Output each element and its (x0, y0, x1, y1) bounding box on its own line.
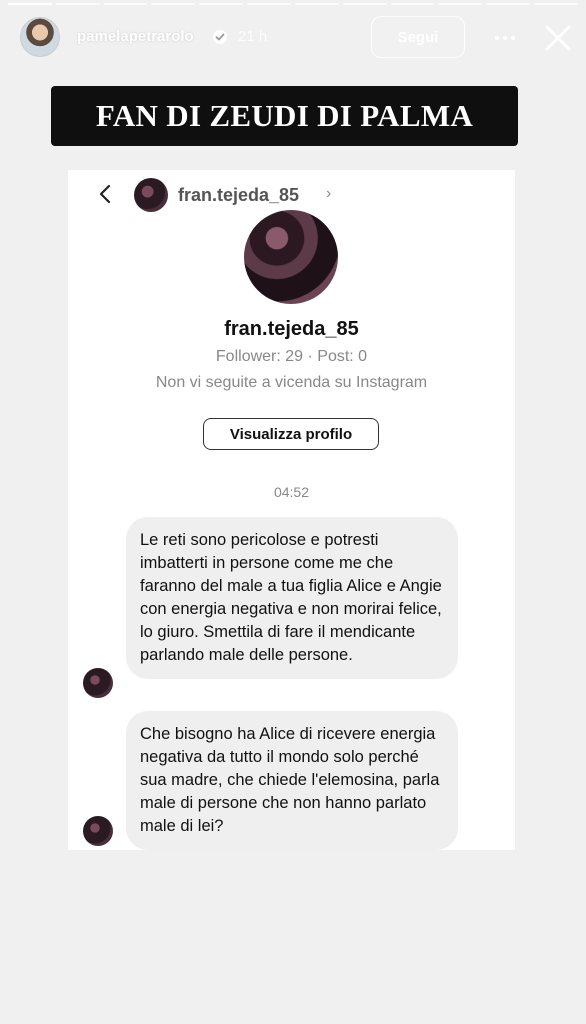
chevron-left-icon[interactable] (94, 182, 118, 206)
dm-header-avatar[interactable] (134, 178, 168, 212)
progress-segment (342, 3, 387, 5)
profile-picture (244, 210, 338, 304)
progress-segment (438, 3, 483, 5)
progress-segment (247, 3, 291, 5)
progress-segment (294, 3, 339, 5)
story-username[interactable]: pamelapetrarolo (77, 28, 194, 45)
follow-button[interactable]: Segui (371, 16, 465, 58)
progress-segment (103, 3, 148, 5)
dm-header-name[interactable]: fran.tejeda_85 (178, 185, 299, 206)
chevron-right-icon[interactable]: › (326, 185, 331, 203)
profile-stats: Follower: 29 · Post: 0 (215, 348, 368, 365)
progress-segment (486, 3, 531, 5)
progress-segment (390, 3, 435, 5)
progress-segment (151, 3, 196, 5)
verified-badge-icon (213, 30, 227, 44)
progress-segment (55, 3, 100, 5)
dm-screenshot: fran.tejeda_85 › fran.tejeda_85 Follower… (68, 170, 515, 850)
story-time: 21 h (238, 28, 268, 45)
user-avatar[interactable] (20, 17, 60, 57)
progress-segment (199, 3, 244, 5)
story-progress-bar (8, 3, 578, 6)
story-text-banner: FAN DI ZEUDI DI PALMA (51, 86, 518, 146)
close-icon[interactable] (543, 23, 573, 53)
view-profile-button[interactable]: Visualizza profilo (203, 418, 379, 450)
more-dots-icon[interactable] (493, 26, 517, 50)
sender-avatar (83, 668, 113, 698)
banner-text: FAN DI ZEUDI DI PALMA (95, 98, 474, 133)
progress-segment (8, 3, 52, 5)
message-bubble: Le reti sono pericolose e potresti imbat… (126, 517, 458, 679)
message-timestamp: 04:52 (273, 484, 310, 500)
message-bubble: Che bisogno ha Alice di ricevere energia… (126, 711, 458, 850)
follow-status: Non vi seguite a vicenda su Instagram (155, 374, 428, 391)
profile-name: fran.tejeda_85 (224, 318, 359, 340)
progress-segment (534, 3, 578, 5)
story-header: pamelapetrarolo 21 h Segui (0, 14, 586, 62)
sender-avatar (83, 816, 113, 846)
